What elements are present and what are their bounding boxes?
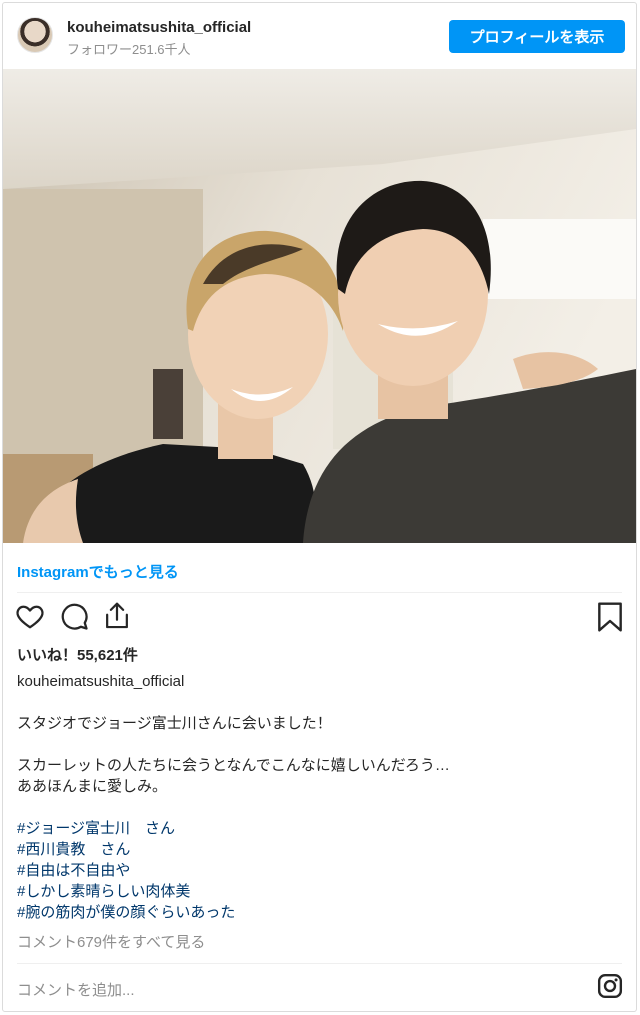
comment-icon[interactable] [59,601,89,631]
caption-line: スカーレットの人たちに会うとなんでこんなに嬉しいんだろう… [17,757,450,774]
post-photo[interactable] [3,69,636,543]
hashtag-link[interactable]: #しかし素晴らしい肉体美 [17,881,235,902]
view-all-comments-link[interactable]: コメント679件をすべて見る [17,931,205,952]
bookmark-icon[interactable] [596,601,624,633]
hashtag-link[interactable]: #腕の筋肉が僕の顔ぐらいあった [17,902,235,923]
heart-icon[interactable] [15,601,45,631]
follower-count: フォロワー251.6千人 [67,42,191,57]
caption-text: スタジオでジョージ富士川さんに会いました！ スカーレットの人たちに会うとなんでこ… [17,713,617,797]
avatar[interactable] [17,17,53,53]
view-profile-button[interactable]: プロフィールを表示 [449,20,625,53]
post-header: kouheimatsushita_official フォロワー251.6千人 プ… [3,3,636,69]
instagram-icon[interactable] [597,973,623,999]
hashtag-link[interactable]: #自由は不自由や [17,860,235,881]
hashtag-list: #ジョージ富士川 さん #西川貴教 さん #自由は不自由や #しかし素晴らしい肉… [17,818,235,923]
add-comment-input[interactable]: コメントを追加... [17,979,135,1000]
caption-line [17,734,617,755]
view-more-on-instagram-link[interactable]: Instagramでもっと見る [17,561,179,582]
like-count[interactable]: いいね！55,621件 [17,644,138,665]
username[interactable]: kouheimatsushita_official [67,19,251,36]
caption-line: スタジオでジョージ富士川さんに会いました！ [17,715,332,732]
hashtag-link[interactable]: #西川貴教 さん [17,839,235,860]
hashtag-link[interactable]: #ジョージ富士川 さん [17,818,235,839]
instagram-embed-card: kouheimatsushita_official フォロワー251.6千人 プ… [2,2,637,1012]
caption-username[interactable]: kouheimatsushita_official [17,673,184,690]
divider [17,963,622,964]
caption-line: ああほんまに愛しみ。 [17,778,168,795]
divider [17,592,622,593]
share-icon[interactable] [102,600,132,632]
